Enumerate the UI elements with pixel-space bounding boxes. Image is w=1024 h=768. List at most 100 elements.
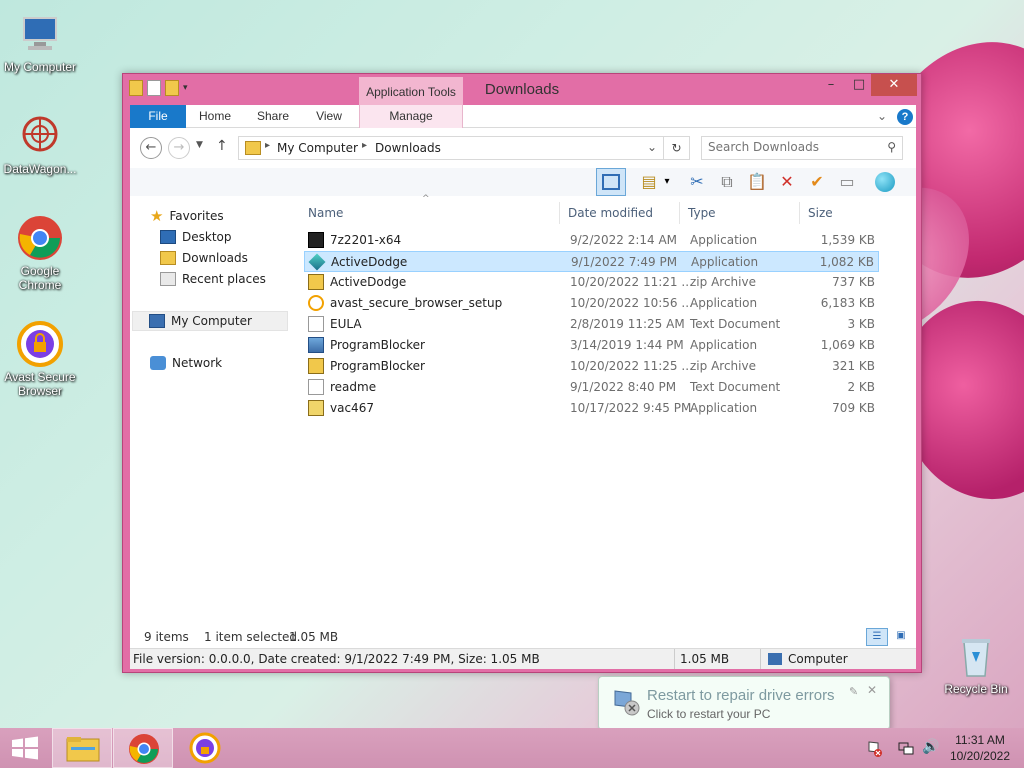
address-bar[interactable]: ▸ My Computer ▸ Downloads ⌄: [238, 136, 690, 160]
forward-button[interactable]: →: [168, 137, 190, 159]
file-size-text: 1.05 MB: [680, 652, 730, 666]
clock-date: 10/20/2022: [949, 749, 1010, 763]
close-button[interactable]: ✕: [871, 74, 917, 96]
explorer-window: ▾ Application Tools Downloads – □ ✕ File…: [122, 73, 922, 673]
nav-computer-label: My Computer: [171, 314, 252, 328]
copy-icon[interactable]: ⧉: [714, 170, 740, 194]
desktop-icon-datawagon[interactable]: DataWagon...: [0, 112, 80, 176]
table-row[interactable]: vac467 10/17/2022 9:45 PM Application 709 K…: [304, 398, 879, 419]
table-row[interactable]: avast_secure_browser_setup 10/20/2022 10:…: [304, 293, 879, 314]
details-view-icon[interactable]: ☰: [866, 628, 888, 646]
folder-options-icon[interactable]: ▤: [636, 170, 662, 194]
title-bar[interactable]: ▾ Application Tools Downloads – □ ✕: [123, 74, 921, 105]
file-type: Application: [690, 296, 758, 310]
delete-icon[interactable]: ✕: [774, 170, 800, 194]
taskbar-chrome[interactable]: [113, 728, 173, 768]
file-size: 321 KB: [832, 359, 875, 373]
preview-pane-icon[interactable]: [596, 168, 626, 196]
back-button[interactable]: ←: [140, 137, 162, 159]
tab-share[interactable]: Share: [250, 105, 296, 128]
rename-icon[interactable]: ▭: [834, 170, 860, 194]
refresh-button[interactable]: ↻: [663, 136, 690, 160]
close-notification-icon[interactable]: ✕: [867, 683, 877, 697]
nav-recent-places[interactable]: Recent places: [160, 269, 266, 289]
breadcrumb-downloads[interactable]: Downloads: [375, 141, 441, 155]
selection-count: 1 item selected: [204, 630, 298, 644]
table-row[interactable]: 7z2201-x64 9/2/2022 2:14 AM Application 1,5…: [304, 230, 879, 251]
breadcrumb-my-computer[interactable]: My Computer: [277, 141, 358, 155]
notification-balloon[interactable]: Restart to repair drive errors Click to …: [598, 676, 890, 730]
table-row[interactable]: readme 9/1/2022 8:40 PM Text Document 2 KB: [304, 377, 879, 398]
file-size: 709 KB: [832, 401, 875, 415]
file-type: zip Archive: [690, 359, 756, 373]
expand-ribbon-icon[interactable]: ⌄: [874, 105, 890, 128]
cut-icon[interactable]: ✂: [684, 170, 710, 194]
tab-home[interactable]: Home: [192, 105, 238, 128]
recent-locations-icon[interactable]: ▼: [196, 140, 203, 150]
tab-manage[interactable]: Manage: [380, 105, 442, 128]
address-history-icon[interactable]: ⌄: [647, 140, 657, 154]
recent-places-icon: [160, 272, 176, 286]
desktop-icon-avast-browser[interactable]: Avast Secure Browser: [0, 320, 80, 398]
action-center-tray-icon[interactable]: [866, 740, 884, 758]
up-button[interactable]: ↑: [216, 138, 228, 154]
column-header-size[interactable]: Size: [802, 202, 880, 224]
nav-desktop[interactable]: Desktop: [160, 227, 232, 247]
desktop-icon-label: My Computer: [3, 60, 77, 74]
file-list: ^ Name Date modified Type Size 7z2201-x6…: [302, 194, 912, 626]
file-type: Application: [690, 338, 758, 352]
file-date: 9/2/2022 2:14 AM: [570, 233, 678, 247]
clock[interactable]: 11:31 AM 10/20/2022: [950, 732, 1010, 764]
program-blocker-icon: [308, 337, 324, 353]
column-header-name[interactable]: Name: [302, 202, 560, 224]
taskbar-avast-browser[interactable]: [175, 728, 235, 768]
dropdown-icon[interactable]: ▾: [660, 170, 674, 194]
navigation-bar: ← → ▼ ↑ ▸ My Computer ▸ Downloads ⌄ ↻ ⚲: [130, 128, 916, 168]
desktop-icon-label: Avast Secure Browser: [4, 370, 76, 398]
start-button[interactable]: [0, 728, 50, 768]
search-icon[interactable]: ⚲: [887, 140, 896, 154]
file-size: 3 KB: [847, 317, 875, 331]
volume-tray-icon[interactable]: 🔊: [922, 739, 939, 755]
clock-time: 11:31 AM: [955, 733, 1005, 747]
nav-network[interactable]: Network: [150, 353, 222, 373]
tab-view[interactable]: View: [306, 105, 352, 128]
nav-downloads[interactable]: Downloads: [160, 248, 248, 268]
nav-downloads-label: Downloads: [182, 251, 248, 265]
nav-my-computer[interactable]: My Computer: [132, 311, 288, 331]
large-icons-view-icon[interactable]: ▣: [890, 628, 912, 646]
help-icon[interactable]: ?: [896, 105, 914, 128]
file-type: Text Document: [690, 380, 781, 394]
check-icon[interactable]: ✔: [804, 170, 830, 194]
search-box[interactable]: ⚲: [701, 136, 903, 160]
table-row[interactable]: EULA 2/8/2019 11:25 AM Text Document 3 KB: [304, 314, 879, 335]
tab-file[interactable]: File: [130, 105, 186, 128]
column-header-date[interactable]: Date modified: [562, 202, 680, 224]
file-details-text: File version: 0.0.0.0, Date created: 9/1…: [133, 652, 540, 666]
classic-toolbar: ▤ ▾ ✂ ⧉ 📋 ✕ ✔ ▭: [130, 168, 916, 196]
search-input[interactable]: [708, 140, 878, 154]
avast-browser-icon: [189, 732, 221, 764]
minimize-button[interactable]: –: [817, 74, 845, 96]
options-icon[interactable]: ✎: [849, 685, 858, 698]
desktop-icon-chrome[interactable]: Google Chrome: [0, 214, 80, 292]
table-row[interactable]: ProgramBlocker 10/20/2022 11:25 ... zip Ar…: [304, 356, 879, 377]
taskbar-file-explorer[interactable]: [52, 728, 112, 768]
diamond-app-icon: [308, 253, 326, 271]
windows-logo-icon: [12, 736, 38, 760]
table-row[interactable]: ActiveDodge 9/1/2022 7:49 PM Application 1,…: [304, 251, 879, 272]
nav-favorites[interactable]: ★ Favorites: [150, 206, 224, 226]
desktop-icon-my-computer[interactable]: My Computer: [0, 10, 80, 74]
maximize-button[interactable]: □: [845, 74, 873, 96]
file-type: Application: [690, 401, 758, 415]
paste-icon[interactable]: 📋: [744, 170, 770, 194]
network-tray-icon[interactable]: [898, 740, 914, 756]
desktop-icon-recycle-bin[interactable]: Recycle Bin: [936, 632, 1016, 696]
table-row[interactable]: ActiveDodge 10/20/2022 11:21 ... zip Archi…: [304, 272, 879, 293]
nav-desktop-label: Desktop: [182, 230, 232, 244]
column-header-type[interactable]: Type: [682, 202, 800, 224]
file-name: ProgramBlocker: [330, 338, 425, 352]
globe-icon[interactable]: [872, 170, 898, 194]
text-file-icon: [308, 316, 324, 332]
table-row[interactable]: ProgramBlocker 3/14/2019 1:44 PM Applicati…: [304, 335, 879, 356]
